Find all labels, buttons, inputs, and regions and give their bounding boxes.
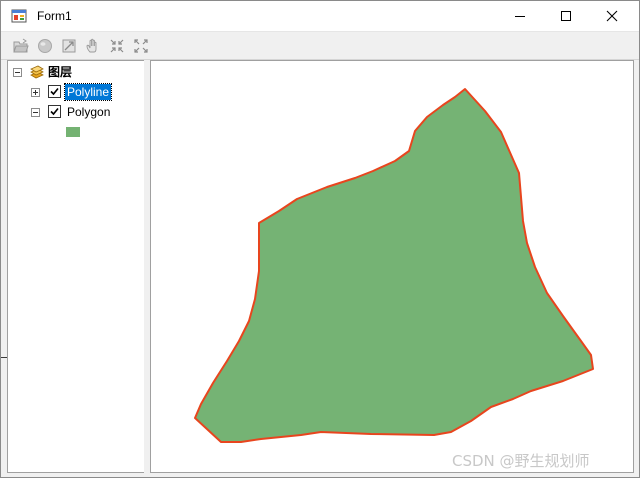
- collapse-toggle[interactable]: [13, 68, 22, 77]
- zoom-extent-icon: [62, 39, 76, 53]
- collapse-toggle[interactable]: [31, 108, 40, 117]
- layers-icon: [28, 64, 44, 80]
- toc-root-node[interactable]: 图层: [8, 63, 142, 81]
- polygon-symbol-swatch[interactable]: [66, 127, 80, 137]
- minimize-icon: [515, 16, 525, 17]
- maximize-icon: [561, 11, 571, 21]
- open-document-button[interactable]: [11, 36, 31, 56]
- toc-layer-polyline[interactable]: Polyline: [8, 82, 142, 101]
- open-icon: [13, 38, 29, 53]
- winforms-app-icon: [11, 8, 27, 24]
- minimize-button[interactable]: [497, 1, 543, 31]
- map-canvas[interactable]: [151, 61, 633, 472]
- zoom-in-fixed-button[interactable]: [107, 36, 127, 56]
- zoom-out-fixed-button[interactable]: [131, 36, 151, 56]
- close-icon: [606, 10, 618, 22]
- layer-visibility-checkbox[interactable]: [48, 85, 61, 98]
- zoom-extent-button[interactable]: [59, 36, 79, 56]
- map-control[interactable]: [150, 60, 634, 473]
- expand-toggle[interactable]: [31, 88, 40, 97]
- toc-layer-polygon[interactable]: Polygon: [8, 102, 142, 120]
- splitter[interactable]: [144, 60, 149, 473]
- minus-icon: [33, 112, 38, 113]
- title-bar[interactable]: Form1: [1, 1, 639, 32]
- map-toolbar: [1, 32, 639, 60]
- zoom-out-fixed-icon: [134, 39, 148, 53]
- close-button[interactable]: [589, 1, 635, 31]
- globe-icon: [38, 39, 52, 53]
- edge-mark: [1, 357, 7, 358]
- polygon-feature[interactable]: [194, 88, 594, 443]
- layer-label[interactable]: Polyline: [63, 83, 113, 101]
- maximize-button[interactable]: [543, 1, 589, 31]
- full-extent-button[interactable]: [35, 36, 55, 56]
- toc-root-label: 图层: [48, 65, 73, 79]
- main-window: Form1 图层 Polyline Polygon: [0, 0, 640, 478]
- checkmark-icon: [50, 87, 59, 96]
- minus-icon: [15, 72, 20, 73]
- table-of-contents[interactable]: 图层 Polyline Polygon: [7, 60, 145, 473]
- layer-label[interactable]: Polygon: [65, 104, 112, 120]
- zoom-in-fixed-icon: [110, 39, 124, 53]
- checkmark-icon: [50, 107, 59, 116]
- layer-visibility-checkbox[interactable]: [48, 105, 61, 118]
- window-title: Form1: [37, 9, 72, 23]
- pan-button[interactable]: [83, 36, 103, 56]
- pan-hand-icon: [86, 38, 97, 53]
- watermark: CSDN @野生规划师: [452, 452, 590, 470]
- plus-icon: [33, 90, 38, 95]
